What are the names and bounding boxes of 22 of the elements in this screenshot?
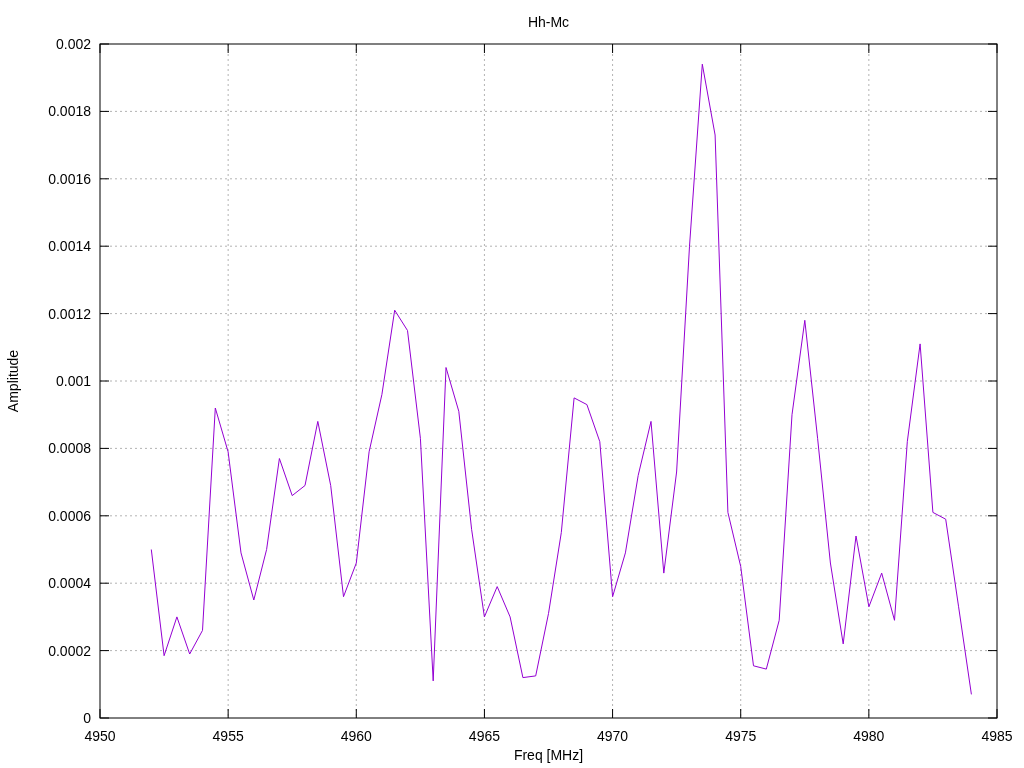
y-tick-label: 0.002: [55, 36, 91, 52]
y-tick-label: 0.001: [55, 373, 91, 389]
x-tick-label: 4965: [468, 728, 500, 744]
y-tick-label: 0.0002: [48, 642, 91, 659]
y-tick-label: 0.0014: [48, 238, 91, 255]
x-tick-label: 4980: [853, 728, 885, 744]
y-axis-label: Amplitude: [5, 349, 21, 413]
x-tick-label: 4950: [84, 728, 116, 744]
x-tick-label: 4975: [725, 728, 757, 744]
y-tick-label: 0.0018: [48, 103, 91, 120]
y-tick-label: 0: [83, 710, 91, 726]
x-tick-label: 4985: [981, 728, 1013, 744]
x-tick-label: 4955: [212, 728, 244, 744]
y-tick-label: 0.0008: [48, 440, 91, 457]
chart-title: Hh-Mc: [527, 14, 570, 30]
x-tick-label: 4960: [340, 728, 372, 744]
y-tick-label: 0.0006: [48, 507, 91, 524]
x-tick-label: 4970: [597, 728, 629, 744]
x-axis-label: Freq [MHz]: [513, 747, 584, 763]
y-tick-label: 0.0016: [48, 170, 91, 187]
y-tick-label: 0.0012: [48, 305, 91, 322]
y-tick-label: 0.0004: [48, 575, 91, 592]
